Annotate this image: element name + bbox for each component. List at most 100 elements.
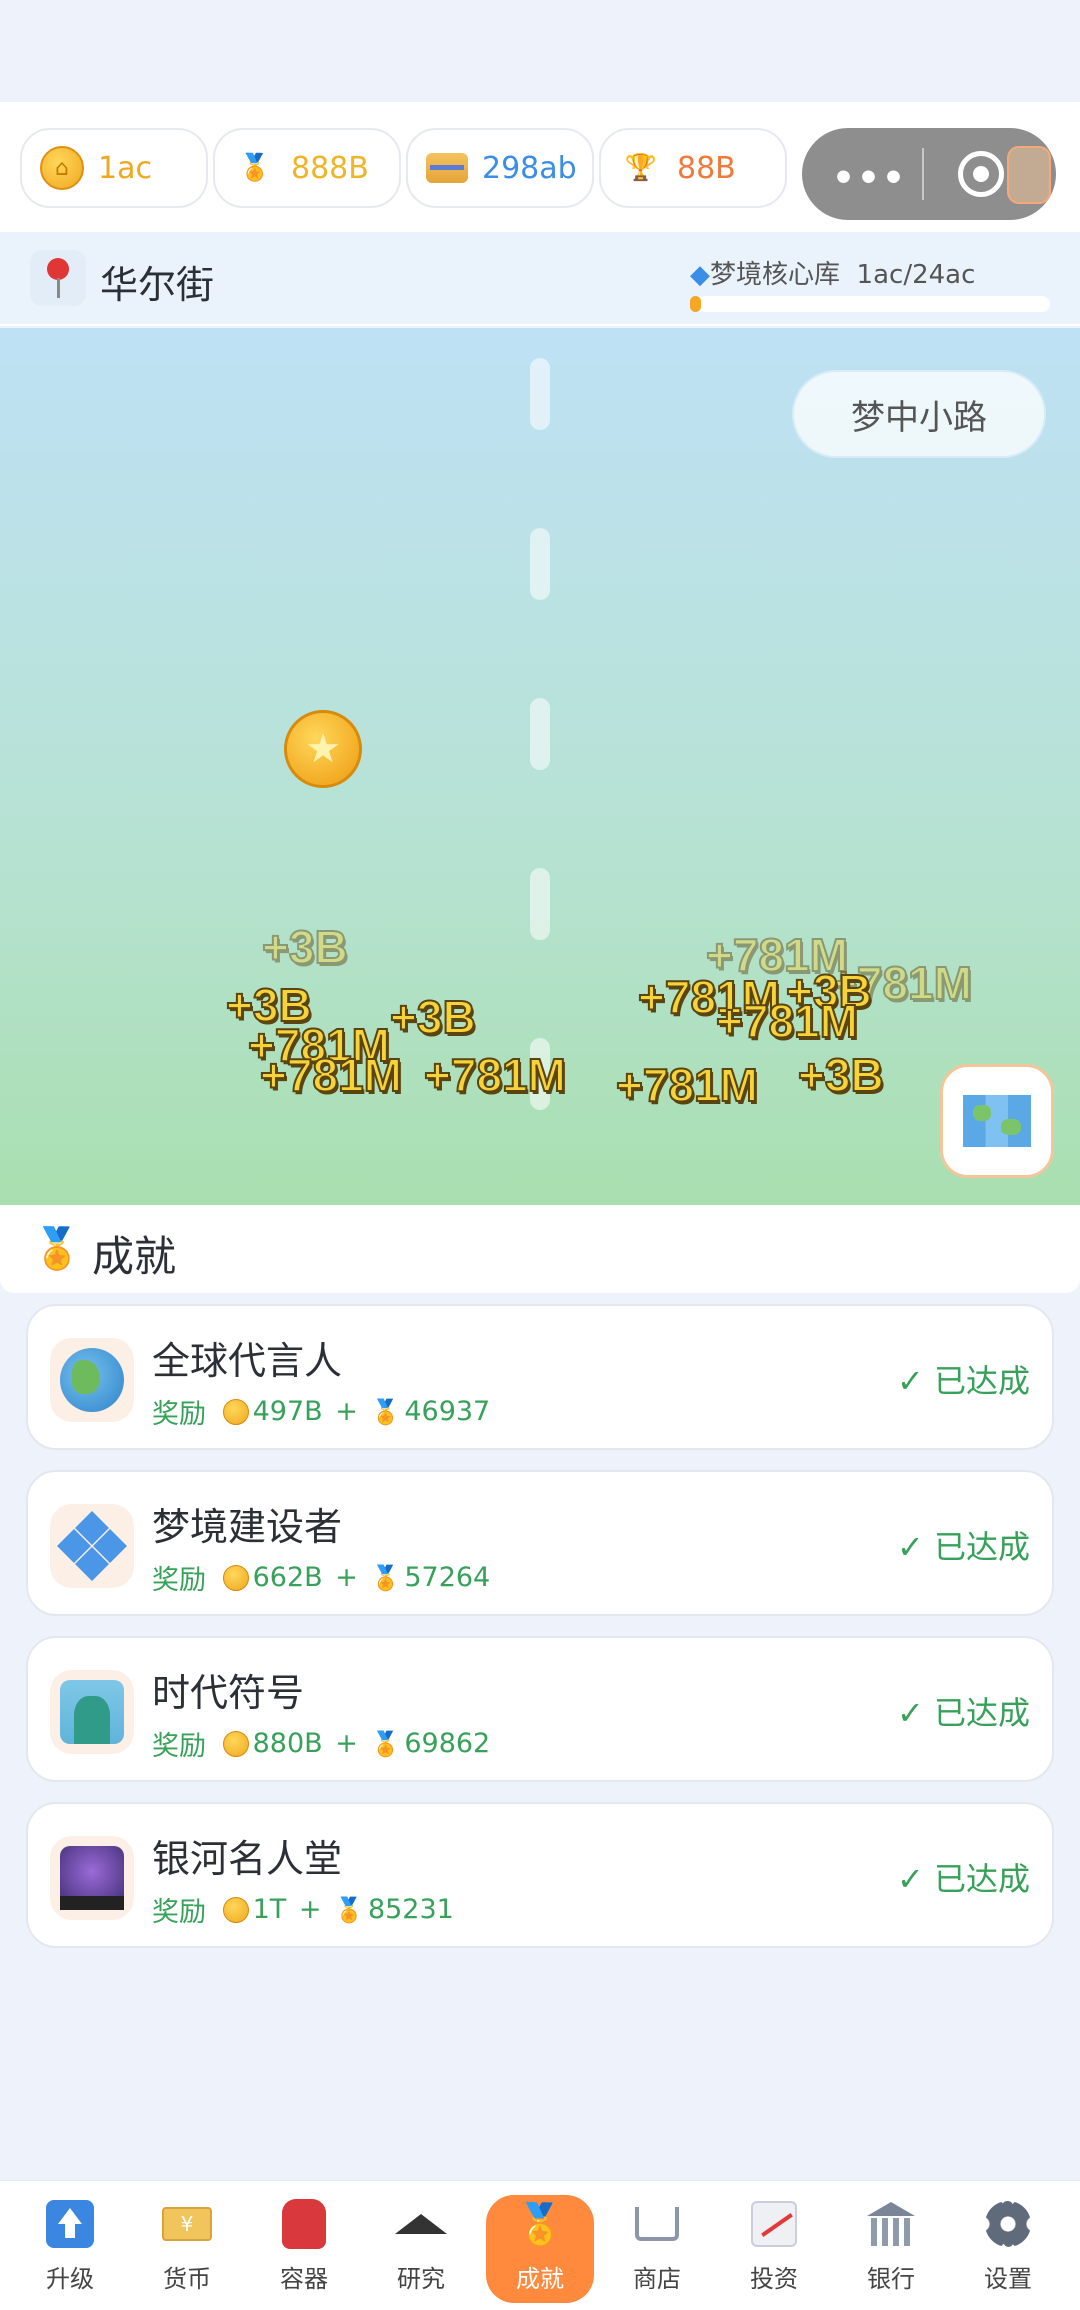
floating-gain: +781M <box>259 1048 403 1102</box>
floating-gain: +3B <box>389 990 477 1044</box>
coin-icon: ⌂ <box>40 146 84 190</box>
floating-gain: +781M <box>715 994 859 1048</box>
galaxy-icon <box>50 1836 134 1920</box>
nav-shop[interactable]: 商店 <box>603 2195 711 2303</box>
checkmark-icon: ✓ <box>897 1694 924 1732</box>
trophy-value: 88B <box>677 150 736 186</box>
cart-icon <box>635 2207 679 2241</box>
floating-gain: +781M <box>423 1048 567 1102</box>
bottom-nav: 升级 ¥ 货币 容器 研究 🏅 成就 商店 投资 银行 设置 <box>0 2180 1080 2310</box>
nav-bank[interactable]: 银行 <box>837 2195 945 2303</box>
nav-label: 升级 <box>46 2265 94 2293</box>
nav-label: 商店 <box>633 2265 681 2293</box>
coin-icon <box>222 1730 249 1757</box>
nav-label: 银行 <box>867 2265 915 2293</box>
world-map-button[interactable] <box>940 1064 1054 1178</box>
floating-gain: +3B <box>797 1048 885 1102</box>
road-dash <box>530 698 550 770</box>
upgrade-arrow-icon <box>46 2200 94 2248</box>
location-name: 华尔街 <box>100 263 215 307</box>
achievement-reward: 奖励 497B + 🏅 46937 <box>152 1396 491 1430</box>
nav-currency[interactable]: ¥ 货币 <box>133 2195 241 2303</box>
achievement-reward: 奖励 662B + 🏅 57264 <box>152 1562 491 1596</box>
card-value: 298ab <box>482 150 577 186</box>
dream-path-button[interactable]: 梦中小路 <box>792 370 1046 458</box>
star-coin-icon[interactable]: ★ <box>284 710 362 788</box>
nav-research[interactable]: 研究 <box>367 2195 475 2303</box>
diamond-icon: ◆ <box>690 260 710 290</box>
achievement-status: ✓ 已达成 <box>897 1528 1030 1566</box>
road-dash <box>530 528 550 600</box>
chart-icon <box>751 2201 797 2247</box>
medal-icon: 🏅 <box>370 1729 401 1758</box>
nav-label: 容器 <box>280 2265 328 2293</box>
graduation-cap-icon <box>395 2214 447 2234</box>
backpack-icon <box>282 2199 326 2249</box>
location-pin-icon <box>30 250 86 306</box>
close-target-icon[interactable] <box>958 151 1004 197</box>
coin-icon <box>222 1398 249 1425</box>
floating-gain: +3B <box>261 920 349 974</box>
dream-core-label: ◆梦境核心库 1ac/24ac <box>690 260 976 290</box>
achievement-reward: 奖励 880B + 🏅 69862 <box>152 1728 491 1762</box>
achievement-status: ✓ 已达成 <box>897 1362 1030 1400</box>
achievement-card[interactable]: 全球代言人 奖励 497B + 🏅 46937 ✓ 已达成 <box>26 1304 1054 1450</box>
medal-icon: 🏅 <box>515 2201 565 2248</box>
medal-icon: 🏅 <box>370 1397 401 1426</box>
nav-label: 成就 <box>516 2265 564 2293</box>
coin-icon <box>222 1564 249 1591</box>
nav-container[interactable]: 容器 <box>250 2195 358 2303</box>
gear-icon <box>985 2201 1031 2247</box>
banknote-icon: ¥ <box>162 2207 212 2241</box>
location-bar: 华尔街 ◆梦境核心库 1ac/24ac <box>0 232 1080 326</box>
checkmark-icon: ✓ <box>897 1362 924 1400</box>
bank-icon <box>867 2202 915 2246</box>
nav-label: 投资 <box>750 2265 798 2293</box>
achievement-reward: 奖励 1T + 🏅 85231 <box>152 1894 454 1928</box>
achievements-title: 成就 <box>92 1232 177 1281</box>
floating-gain: +781M <box>615 1058 759 1112</box>
road-dash <box>530 358 550 430</box>
world-map-icon <box>963 1095 1031 1147</box>
miniprogram-capsule: ••• <box>802 128 1056 220</box>
achievement-card[interactable]: 银河名人堂 奖励 1T + 🏅 85231 ✓ 已达成 <box>26 1802 1054 1948</box>
medal-icon: 🏅 <box>334 1895 364 1924</box>
medal-icon: 🏅 <box>370 1563 401 1592</box>
nav-upgrade[interactable]: 升级 <box>16 2195 124 2303</box>
coin-value: 1ac <box>98 150 152 186</box>
medal-value: 888B <box>291 150 369 186</box>
medal-icon: 🏅 <box>32 1226 82 1272</box>
resource-bar: ⌂ 1ac 🏅 888B 298ab 🏆 88B ••• <box>0 102 1080 232</box>
nav-label: 设置 <box>984 2265 1032 2293</box>
nav-label: 研究 <box>397 2265 445 2293</box>
achievement-status: ✓ 已达成 <box>897 1860 1030 1898</box>
checkmark-icon: ✓ <box>897 1860 924 1898</box>
stats-icon[interactable] <box>1007 146 1051 204</box>
statue-of-liberty-icon <box>50 1670 134 1754</box>
achievement-card[interactable]: 时代符号 奖励 880B + 🏅 69862 ✓ 已达成 <box>26 1636 1054 1782</box>
nav-settings[interactable]: 设置 <box>954 2195 1062 2303</box>
road-dash <box>530 868 550 940</box>
achievement-status: ✓ 已达成 <box>897 1694 1030 1732</box>
achievement-name: 银河名人堂 <box>152 1837 343 1881</box>
nav-achievements[interactable]: 🏅 成就 <box>486 2195 594 2303</box>
globe-icon <box>50 1338 134 1422</box>
achievements-header: 🏅 成就 <box>0 1205 1080 1293</box>
trophy-icon: 🏆 <box>624 153 658 183</box>
trophy-resource[interactable]: 🏆 88B <box>599 128 787 208</box>
medal-icon: 🏅 <box>238 153 272 183</box>
coin-resource[interactable]: ⌂ 1ac <box>20 128 208 208</box>
coin-icon <box>222 1896 249 1923</box>
card-resource[interactable]: 298ab <box>406 128 594 208</box>
dream-core-value: 1ac/24ac <box>856 260 976 290</box>
capsule-divider <box>922 148 924 200</box>
checkmark-icon: ✓ <box>897 1528 924 1566</box>
dream-core-progress <box>690 296 1050 312</box>
achievement-card[interactable]: 梦境建设者 奖励 662B + 🏅 57264 ✓ 已达成 <box>26 1470 1054 1616</box>
dream-diamond-icon <box>50 1504 134 1588</box>
medal-resource[interactable]: 🏅 888B <box>213 128 401 208</box>
nav-invest[interactable]: 投资 <box>720 2195 828 2303</box>
more-icon[interactable]: ••• <box>832 158 907 199</box>
nav-label: 货币 <box>163 2265 211 2293</box>
game-scene[interactable]: 梦中小路 ★ +3B +781M +781M +3B +3B +781M +3B… <box>0 328 1080 1205</box>
